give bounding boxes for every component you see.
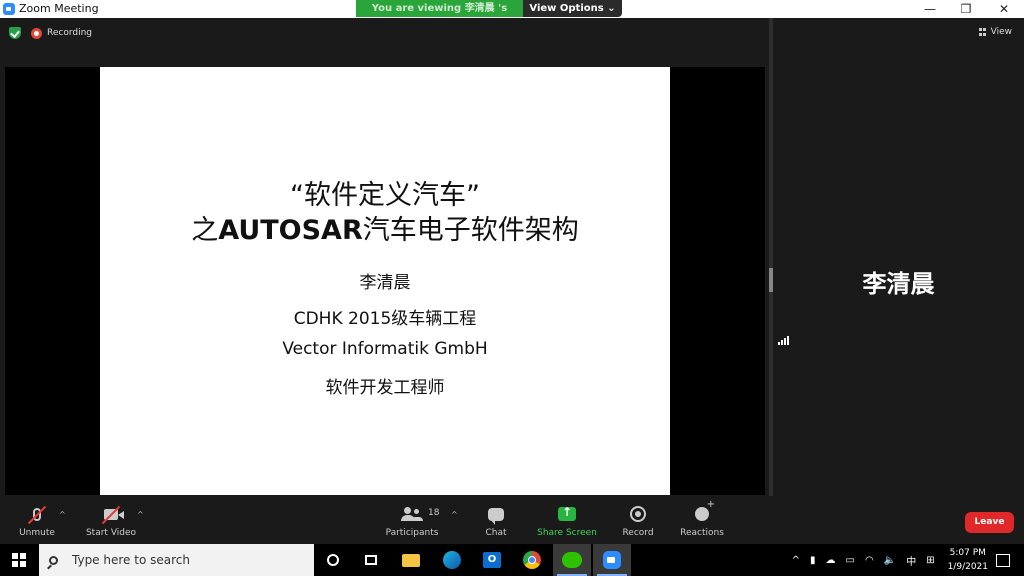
grid-view-icon (978, 28, 987, 36)
taskbar-clock[interactable]: 5:07 PM 1/9/2021 (948, 546, 988, 574)
slide-affiliation: CDHK 2015级车辆工程 (293, 309, 477, 329)
meeting-toolbar: Unmute ^ Start Video ^ Participants 18 ^… (0, 496, 1024, 544)
cortana-icon (327, 554, 339, 566)
close-button[interactable]: ✕ (985, 0, 1023, 18)
wechat-icon (562, 552, 582, 568)
slide-title-prefix: 之 (191, 215, 219, 246)
recording-label: Recording (47, 28, 93, 38)
start-video-label: Start Video (85, 528, 137, 538)
title-bar: Zoom Meeting You are viewing 李清晨 's scre… (0, 0, 1024, 31)
tray-overflow-caret[interactable]: ^ (792, 555, 800, 566)
outlook-icon: O (483, 552, 501, 568)
participants-icon (401, 507, 423, 521)
minimize-button[interactable]: — (911, 0, 949, 18)
meeting-status: Recording (9, 27, 92, 39)
battery-icon[interactable]: ▭ (846, 555, 855, 566)
participants-button[interactable]: Participants (372, 504, 452, 538)
leave-button[interactable]: Leave (965, 512, 1014, 533)
onedrive-cloud-icon[interactable]: ☁ (826, 555, 836, 566)
signal-strength-icon (778, 336, 789, 345)
outlook-button[interactable]: O (473, 544, 511, 576)
view-button-label: View (990, 27, 1012, 37)
task-view-button[interactable] (352, 544, 390, 576)
ime-language-indicator[interactable]: 中 (906, 553, 916, 568)
windows-taskbar: Type here to search O ^ ▮ ☁ ▭ ◠ 🔈 中 ⊞ 5:… (0, 544, 1024, 576)
view-button[interactable]: View (978, 27, 1012, 37)
chat-button[interactable]: Chat (456, 504, 536, 538)
participant-count: 18 (428, 508, 440, 518)
zoom-logo-icon (3, 2, 15, 15)
app-title: Zoom Meeting (3, 2, 99, 15)
wifi-icon[interactable]: ◠ (865, 555, 874, 566)
taskbar-search[interactable]: Type here to search (39, 544, 314, 576)
keyboard-grid-icon[interactable]: ⊞ (926, 555, 934, 566)
cortana-button[interactable] (314, 544, 352, 576)
shared-screen[interactable]: “软件定义汽车” 之AUTOSAR汽车电子软件架构 李清晨 CDHK 2015级… (5, 67, 765, 495)
recording-indicator[interactable]: Recording (31, 27, 93, 39)
search-placeholder: Type here to search (72, 553, 190, 567)
view-options-button[interactable]: View Options ⌄ (523, 0, 622, 17)
share-screen-button[interactable]: Share Screen (527, 504, 607, 538)
wechat-button[interactable] (553, 544, 591, 576)
chat-bubble-icon (488, 507, 504, 525)
video-options-caret[interactable]: ^ (137, 510, 144, 519)
viewing-screen-text: You are viewing 李清晨 's screen (356, 0, 523, 31)
restore-button[interactable]: ❐ (947, 0, 985, 18)
slide-title-line1: “软件定义汽车” (290, 180, 480, 211)
microphone-tray-icon[interactable]: ▮ (810, 555, 816, 566)
viewing-banner: You are viewing 李清晨 's screen View Optio… (356, 0, 622, 31)
chrome-icon (523, 551, 541, 569)
participant-name: 李清晨 (862, 270, 935, 298)
clock-date: 1/9/2021 (947, 562, 988, 572)
share-screen-icon (558, 505, 576, 521)
notification-center-icon[interactable] (996, 553, 1010, 567)
task-view-icon (365, 555, 377, 565)
volume-icon[interactable]: 🔈 (884, 555, 896, 566)
clock-time: 5:07 PM (949, 548, 986, 558)
system-tray: ^ ▮ ☁ ▭ ◠ 🔈 中 ⊞ 5:07 PM 1/9/2021 (787, 544, 1024, 576)
search-icon (49, 555, 58, 565)
slide-role: 软件开发工程师 (325, 378, 445, 398)
file-explorer-button[interactable] (392, 544, 430, 576)
recording-icon (31, 27, 42, 39)
participants-label: Participants (385, 528, 439, 538)
zoom-app-icon (603, 551, 621, 569)
window-title: Zoom Meeting (19, 2, 99, 15)
folder-icon (402, 553, 420, 567)
chat-label: Chat (485, 528, 507, 538)
presentation-slide: “软件定义汽车” 之AUTOSAR汽车电子软件架构 李清晨 CDHK 2015级… (100, 67, 670, 495)
reactions-label: Reactions (680, 528, 724, 538)
reactions-button[interactable]: Reactions (662, 499, 742, 538)
share-screen-label: Share Screen (537, 528, 597, 538)
meeting-area: Recording “软件定义汽车” 之AUTOSAR汽车电子软件架构 李清晨 … (0, 18, 1024, 496)
slide-title-bold: AUTOSAR (218, 215, 363, 246)
slide-title-line2: 之AUTOSAR汽车电子软件架构 (100, 208, 670, 247)
windows-start-icon[interactable] (12, 553, 26, 567)
zoom-taskbar-button[interactable] (593, 544, 631, 576)
edge-button[interactable] (433, 544, 471, 576)
smiley-reaction-icon (695, 499, 715, 521)
chrome-button[interactable] (513, 544, 551, 576)
audio-options-caret[interactable]: ^ (59, 510, 66, 519)
slide-company: Vector Informatik GmbH (282, 339, 488, 359)
edge-icon (443, 551, 461, 569)
encryption-shield-icon[interactable] (9, 27, 21, 39)
participant-gallery: View 李清晨 (773, 18, 1024, 496)
unmute-label: Unmute (19, 528, 55, 538)
slide-title-suffix: 汽车电子软件架构 (362, 215, 579, 246)
slide-author: 李清晨 (359, 273, 411, 293)
record-icon (630, 506, 646, 522)
